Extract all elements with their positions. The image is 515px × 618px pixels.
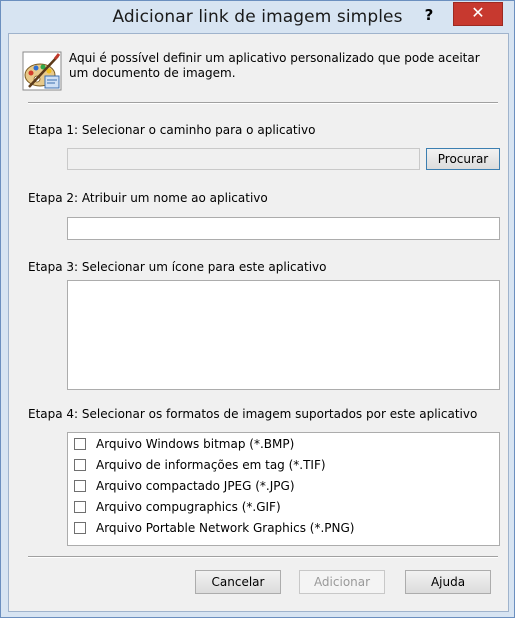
- dialog-description: Aqui é possível definir um aplicativo pe…: [69, 51, 480, 80]
- help-title-button[interactable]: ?: [419, 5, 439, 25]
- application-name-field[interactable]: [67, 217, 500, 240]
- dialog-window: Adicionar link de imagem simples ? ✕ Aqu: [0, 0, 515, 618]
- browse-button[interactable]: Procurar: [426, 148, 500, 170]
- step1-label: Etapa 1: Selecionar o caminho para o apl…: [28, 123, 316, 137]
- format-checkbox-gif[interactable]: [74, 501, 86, 513]
- format-checkbox-jpg[interactable]: [74, 480, 86, 492]
- cancel-button[interactable]: Cancelar: [195, 570, 281, 594]
- step3-label: Etapa 3: Selecionar um ícone para este a…: [28, 260, 327, 274]
- separator-top: [28, 102, 498, 104]
- image-formats-list: Arquivo Windows bitmap (*.BMP) Arquivo d…: [67, 432, 500, 546]
- paint-palette-icon: [22, 51, 62, 91]
- format-label-tif: Arquivo de informações em tag (*.TIF): [96, 458, 326, 472]
- format-checkbox-png[interactable]: [74, 522, 86, 534]
- application-path-field[interactable]: [67, 148, 420, 170]
- close-icon: ✕: [471, 3, 485, 22]
- title-bar[interactable]: Adicionar link de imagem simples ? ✕: [1, 1, 514, 33]
- step4-label: Etapa 4: Selecionar os formatos de image…: [28, 407, 478, 421]
- help-button[interactable]: Ajuda: [405, 570, 491, 594]
- format-label-jpg: Arquivo compactado JPEG (*.JPG): [96, 479, 295, 493]
- step2-label: Etapa 2: Atribuir um nome ao aplicativo: [28, 191, 268, 205]
- header-area: Aqui é possível definir um aplicativo pe…: [9, 34, 508, 102]
- format-label-gif: Arquivo compugraphics (*.GIF): [96, 500, 281, 514]
- add-button[interactable]: Adicionar: [299, 570, 385, 594]
- dialog-body: Aqui é possível definir um aplicativo pe…: [8, 33, 509, 612]
- format-checkbox-tif[interactable]: [74, 459, 86, 471]
- format-checkbox-bmp[interactable]: [74, 438, 86, 450]
- format-label-bmp: Arquivo Windows bitmap (*.BMP): [96, 437, 295, 451]
- close-button[interactable]: ✕: [453, 2, 503, 26]
- format-label-png: Arquivo Portable Network Graphics (*.PNG…: [96, 521, 355, 535]
- separator-bottom: [28, 556, 498, 558]
- icon-selection-box[interactable]: [67, 280, 500, 390]
